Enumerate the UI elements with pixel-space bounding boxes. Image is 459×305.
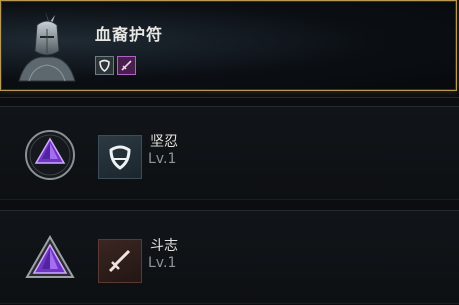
tenacity-shield-icon — [98, 135, 142, 179]
tenacity-shield-icon[interactable] — [95, 56, 114, 75]
purple-triangle-gem-icon — [24, 233, 76, 285]
relic-name: 血裔护符 — [95, 25, 164, 44]
relic-detail-panel: 血裔护符 坚忍 Lv.1 斗志 Lv.1 — [0, 0, 459, 305]
relic-header-card[interactable]: 血裔护符 — [0, 0, 457, 91]
skill-level: Lv.1 — [148, 151, 177, 167]
skill-row[interactable]: 斗志 Lv.1 — [0, 210, 459, 304]
skill-name: 斗志 — [150, 238, 178, 254]
relic-trait-icons — [95, 56, 136, 75]
purple-circle-gem-icon — [24, 129, 76, 181]
skill-level: Lv.1 — [148, 255, 177, 271]
will-sword-icon[interactable] — [117, 56, 136, 75]
will-sword-icon — [98, 239, 142, 283]
knight-helmet-portrait-icon — [11, 7, 83, 87]
divider — [0, 97, 459, 98]
skill-name: 坚忍 — [150, 134, 178, 150]
skill-row[interactable]: 坚忍 Lv.1 — [0, 106, 459, 200]
